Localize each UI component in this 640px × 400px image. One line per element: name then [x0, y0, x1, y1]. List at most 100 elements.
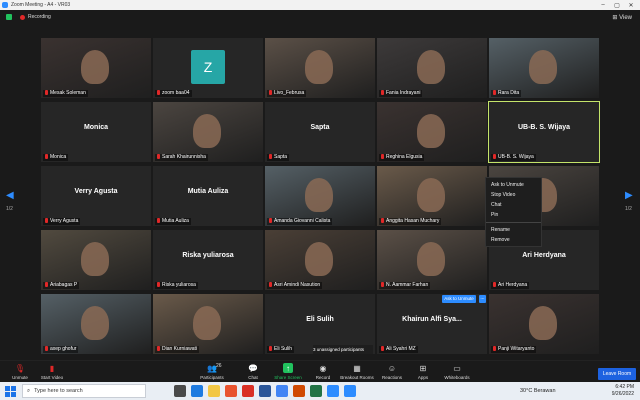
excel-icon[interactable]: [310, 385, 322, 397]
gallery-view-icon[interactable]: ⊞ View: [612, 14, 632, 21]
word-icon[interactable]: [259, 385, 271, 397]
firefox-icon[interactable]: [225, 385, 237, 397]
participant-name-label: Riska yuliarosa: [155, 282, 198, 289]
participant-tile[interactable]: Rara Dita: [489, 38, 599, 98]
participant-tile[interactable]: Mesak Soleman: [41, 38, 151, 98]
share-screen-button[interactable]: ↑ Share Screen: [268, 363, 308, 380]
mic-muted-icon: [381, 218, 384, 224]
participants-button[interactable]: 👥 Participants: [192, 363, 232, 381]
mic-muted-icon: [381, 282, 384, 288]
participant-tile[interactable]: Reghina Elgusia: [377, 102, 487, 162]
window-title: Zoom Meeting - A4 - VR03: [11, 2, 71, 8]
mic-muted-icon: [157, 282, 160, 288]
participant-display-name: Eli Sulih: [306, 316, 334, 323]
more-options-button[interactable]: ...: [479, 295, 486, 303]
leave-room-button[interactable]: Leave Room: [598, 368, 636, 380]
whiteboards-label: Whiteboards: [444, 375, 470, 380]
menu-item-rename[interactable]: Rename: [486, 225, 541, 235]
whiteboard-icon: ▭: [453, 363, 461, 373]
breakout-rooms-button[interactable]: ▦ Breakout Rooms: [337, 363, 377, 381]
minimize-icon[interactable]: –: [596, 0, 610, 10]
file-explorer-icon[interactable]: [208, 385, 220, 397]
menu-item-remove[interactable]: Remove: [486, 235, 541, 245]
chat-button[interactable]: 💬 Chat: [233, 363, 273, 381]
participant-display-name: Khairun Alfi Sya...: [402, 316, 462, 323]
zoom-taskbar-icon[interactable]: [327, 385, 339, 397]
participant-tile[interactable]: N. Aammar Farhan: [377, 230, 487, 290]
pdf-icon[interactable]: [242, 385, 254, 397]
participant-tile[interactable]: Khairun Alfi Sya... Ali Syahri MZ: [377, 294, 487, 354]
maximize-icon[interactable]: ▢: [610, 0, 624, 10]
mic-muted-icon: [381, 346, 384, 352]
close-icon[interactable]: ✕: [624, 0, 638, 10]
whiteboards-button[interactable]: ▭ Whiteboards: [437, 363, 477, 381]
participant-tile[interactable]: UB-B. S. Wijaya UB-B. S. Wijaya: [488, 101, 600, 163]
participant-tile[interactable]: Verry Agusta Verry Agusta: [41, 166, 151, 226]
participant-video: [377, 230, 487, 290]
shield-icon[interactable]: [6, 14, 12, 20]
chat-label: Chat: [248, 375, 258, 380]
mic-muted-icon: [45, 90, 48, 96]
task-view-icon[interactable]: [174, 385, 186, 397]
weather-widget[interactable]: 30°C Berawan: [520, 388, 556, 394]
participant-name: Eli Sulih: [274, 346, 293, 352]
participant-name-label: Panji Witaryanto: [491, 346, 537, 353]
participant-tile[interactable]: Mutia Auliza Mutia Auliza: [153, 166, 263, 226]
reactions-icon: ☺: [387, 363, 397, 373]
zoom-taskbar-icon-2[interactable]: [344, 385, 356, 397]
participant-tile[interactable]: Riska yuliarosa Riska yuliarosa: [153, 230, 263, 290]
participant-tile[interactable]: Dian Kurniawati: [153, 294, 263, 354]
participant-name: Monica: [50, 154, 67, 160]
taskbar-search-input[interactable]: ⌕ Type here to search: [22, 384, 146, 398]
powerpoint-icon[interactable]: [293, 385, 305, 397]
breakout-rooms-label: Breakout Rooms: [340, 375, 374, 380]
apps-label: Apps: [417, 375, 429, 380]
participant-name-label: Monica: [43, 154, 69, 161]
menu-item-stop-video[interactable]: Stop Video: [486, 190, 541, 200]
participant-tile[interactable]: Anggita Hasan Muchary: [377, 166, 487, 226]
person-silhouette: [529, 306, 557, 340]
next-page-icon[interactable]: ▶: [625, 190, 633, 201]
chrome-icon[interactable]: [276, 385, 288, 397]
participant-tile[interactable]: Monica Monica: [41, 102, 151, 162]
participant-name: Mutia Auliza: [162, 218, 189, 224]
participant-tile[interactable]: Asri Amindi Nasution: [265, 230, 375, 290]
ask-to-unmute-button[interactable]: Ask to Unmute: [442, 295, 476, 303]
participant-tile[interactable]: Sarah Khairunnisha: [153, 102, 263, 162]
participant-tile[interactable]: Ariabagas P: [41, 230, 151, 290]
participant-name-label: Reghina Elgusia: [379, 154, 425, 161]
participant-name: Ari Herdyana: [498, 282, 528, 288]
mic-muted-icon: [157, 346, 160, 352]
recording-indicator[interactable]: Recording: [20, 14, 51, 20]
participant-display-name: Mutia Auliza: [187, 188, 229, 195]
participant-tile[interactable]: Livo_Februsa: [265, 38, 375, 98]
zoom-app-icon: [2, 2, 8, 8]
windows-start-icon[interactable]: [4, 385, 16, 397]
participant-name-label: N. Aammar Farhan: [379, 282, 431, 289]
menu-item-chat[interactable]: Chat: [486, 200, 541, 210]
participant-tile[interactable]: Zzoom baa04: [153, 38, 263, 98]
participant-video: [153, 102, 263, 162]
system-clock[interactable]: 6:42 PM 9/26/2022: [612, 384, 634, 398]
participant-name-label: Mutia Auliza: [155, 218, 191, 225]
menu-item-ask-to-unmute[interactable]: Ask to Unmute: [486, 180, 541, 190]
participant-video: [153, 294, 263, 354]
participant-name-label: Sapta: [267, 154, 290, 161]
apps-icon: ⊞: [419, 363, 427, 373]
video-off-icon: ▮: [49, 363, 55, 373]
page-indicator-right: 1/2: [625, 206, 632, 212]
participant-name: Anggita Hasan Muchary: [386, 218, 440, 224]
participant-tile[interactable]: Amanda Giovanni Calista: [265, 166, 375, 226]
menu-item-pin[interactable]: Pin: [486, 210, 541, 220]
participant-tile[interactable]: axep ghofur: [41, 294, 151, 354]
edge-icon[interactable]: [191, 385, 203, 397]
mic-muted-icon: [157, 218, 160, 224]
meeting-toolbar: 🎙 Unmute ▮ Start Video 👥 Participants 26 💬 C…: [0, 360, 640, 382]
prev-page-icon[interactable]: ◀: [6, 190, 14, 201]
participant-tile[interactable]: Panji Witaryanto: [489, 294, 599, 354]
participant-name: Livo_Februsa: [274, 90, 305, 96]
participant-tile[interactable]: Fania Indrayani: [377, 38, 487, 98]
start-video-button[interactable]: ▮ Start Video: [32, 363, 72, 381]
participant-tile[interactable]: Sapta Sapta: [265, 102, 375, 162]
person-silhouette: [81, 306, 109, 340]
